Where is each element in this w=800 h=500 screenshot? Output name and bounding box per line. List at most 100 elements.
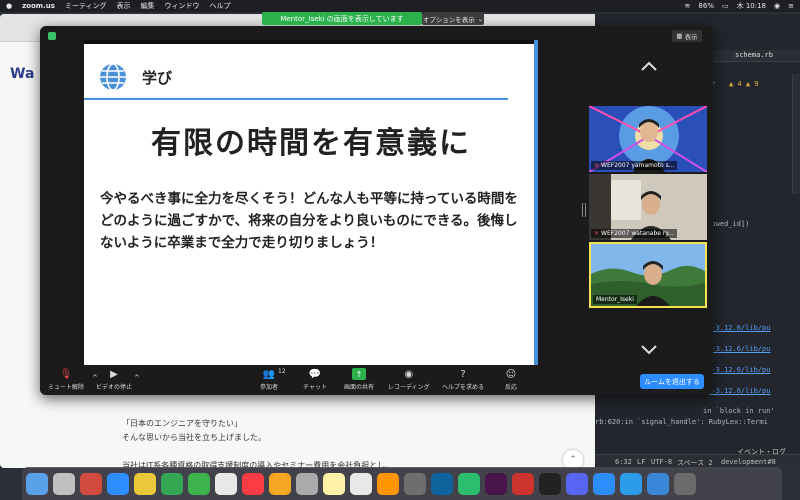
participants-label: 参加者: [260, 384, 279, 391]
mic-muted-icon: ✕: [594, 230, 600, 237]
participant-count: 12: [278, 368, 286, 375]
participant-name: WEF2007 yamamoto s...: [601, 162, 675, 169]
dock-app-icon[interactable]: [431, 472, 453, 495]
dock-app-icon[interactable]: [53, 472, 75, 495]
chat-bubble-icon: 💬: [308, 368, 322, 380]
chevron-down-icon[interactable]: [640, 344, 658, 356]
dock-app-icon[interactable]: [161, 472, 183, 495]
status-position[interactable]: 6:32: [615, 458, 632, 466]
dock-app-icon[interactable]: [539, 472, 561, 495]
chat-button[interactable]: 💬 チャット: [303, 368, 327, 392]
dock-app-icon[interactable]: [512, 472, 534, 495]
trace-path-2[interactable]: na-3.12.6/lib/pu: [703, 345, 770, 353]
reactions-label: 反応: [504, 384, 517, 391]
unmute-label: ミュート解除: [48, 384, 85, 391]
ask-help-button[interactable]: ? ヘルプを求める: [442, 368, 485, 392]
chevron-up-icon[interactable]: [640, 60, 658, 72]
apple-icon[interactable]: ●: [6, 2, 12, 10]
share-screen-label: 画面の共有: [344, 384, 375, 391]
scroll-top-button[interactable]: ⌃: [563, 450, 583, 468]
dock-app-icon[interactable]: [485, 472, 507, 495]
trace-path-1[interactable]: na-3.12.6/lib/pu: [703, 324, 770, 332]
status-encoding[interactable]: UTF-8: [651, 458, 672, 466]
participant-name: Mentor_Iseki: [596, 296, 634, 303]
editor-side-strip: [792, 74, 800, 194]
dock-app-icon[interactable]: [674, 472, 696, 495]
share-status-text: Mentor_Iseki の画面を表示しています: [280, 14, 404, 23]
slide-section-title: 学び: [142, 69, 173, 87]
dock-app-icon[interactable]: [107, 472, 129, 495]
status-indent[interactable]: スペース 2: [677, 458, 713, 467]
status-line-ending[interactable]: LF: [637, 458, 645, 466]
dock-app-icon[interactable]: [350, 472, 372, 495]
dock-app-icon[interactable]: [404, 472, 426, 495]
menu-view[interactable]: 表示: [117, 1, 131, 11]
video-tile-1[interactable]: ✕ WEF2007 yamamoto s...: [589, 106, 707, 172]
smiley-plus-icon: ☺: [505, 368, 517, 380]
slide-body: 今やるべき事に全力を尽くそう！どんな人も平等に持っている時間をどのように過ごすか…: [100, 191, 518, 251]
dock-app-icon[interactable]: [566, 472, 588, 495]
wifi-icon[interactable]: ≋: [685, 2, 691, 10]
editor-status-bar: 6:32 LF UTF-8 スペース 2 development#8: [595, 454, 800, 467]
trace-path-3[interactable]: na-3.12.6/lib/pu: [703, 366, 770, 374]
dock-app-icon[interactable]: [296, 472, 318, 495]
stop-video-label: ビデオの停止: [96, 384, 133, 391]
dock-app-icon[interactable]: [647, 472, 669, 495]
dock-app-icon[interactable]: [188, 472, 210, 495]
encryption-shield-icon[interactable]: [48, 32, 56, 40]
status-branch[interactable]: development#8: [721, 458, 776, 466]
dock-app-icon[interactable]: [458, 472, 480, 495]
dock-app-icon[interactable]: [242, 472, 264, 495]
mac-dock: [22, 467, 782, 500]
participant-name-label: Mentor_Iseki: [593, 295, 637, 304]
mac-menu-bar: ● zoom.us ミーティング 表示 編集 ウィンドウ ヘルプ ≋ 86% ▭…: [0, 0, 800, 12]
view-button[interactable]: ▦ 表示: [672, 30, 702, 42]
globe-icon: [100, 63, 126, 91]
battery-percent[interactable]: 86%: [698, 2, 714, 10]
trace-path-4[interactable]: na-3.12.6/lib/pu: [703, 387, 770, 395]
view-options-button[interactable]: オプションを表示 ⌄: [422, 12, 484, 25]
menu-app-name[interactable]: zoom.us: [22, 2, 55, 10]
video-options-caret[interactable]: ^: [134, 374, 140, 382]
menu-edit[interactable]: 編集: [141, 1, 155, 11]
site-logo[interactable]: Wa: [10, 66, 34, 82]
dock-app-icon[interactable]: [323, 472, 345, 495]
user-icon[interactable]: ◉: [774, 2, 780, 10]
ask-help-label: ヘルプを求める: [442, 384, 485, 391]
split-drag-handle[interactable]: [582, 203, 586, 217]
reactions-button[interactable]: ☺ 反応: [504, 368, 518, 392]
trace-signal: rb:620:in `signal_handle': RubyLex::Term…: [595, 418, 768, 426]
video-tile-2[interactable]: ✕ WEF2007 watanabe ry...: [589, 174, 707, 240]
page-line-2: そんな思いから当社を立ち上げました。: [122, 433, 266, 442]
warning-count[interactable]: ▲ 4 ▲ 9: [729, 80, 759, 88]
leave-room-button[interactable]: ルームを退出する: [640, 374, 704, 389]
unmute-button[interactable]: 🎙 ミュート解除: [48, 368, 85, 392]
meeting-toolbar: 🎙 ミュート解除 ^ ▶ ビデオの停止 ^ 👥 参加者 12 💬 チャット ↑ …: [40, 366, 713, 395]
dock-app-icon[interactable]: [593, 472, 615, 495]
mic-muted-icon: ✕: [594, 162, 600, 169]
dock-app-icon[interactable]: [269, 472, 291, 495]
participants-button[interactable]: 👥 参加者: [260, 368, 279, 392]
dock-app-icon[interactable]: [215, 472, 237, 495]
shared-slide: 学び 有限の時間を有意義に 今やるべき事に全力を尽くそう！どんな人も平等に持って…: [84, 40, 538, 365]
share-screen-icon: ↑: [352, 368, 366, 380]
battery-icon: ▭: [721, 2, 729, 10]
share-screen-button[interactable]: ↑ 画面の共有: [344, 368, 374, 391]
dock-app-icon[interactable]: [620, 472, 642, 495]
control-center-icon[interactable]: ≡: [788, 2, 794, 10]
menu-meeting[interactable]: ミーティング: [65, 1, 107, 11]
people-icon: 👥: [262, 368, 276, 380]
dock-app-icon[interactable]: [377, 472, 399, 495]
dock-app-icon[interactable]: [134, 472, 156, 495]
menu-window[interactable]: ウィンドウ: [165, 1, 200, 11]
editor-tab-schema[interactable]: schema.rb: [735, 51, 773, 59]
dock-app-icon[interactable]: [26, 472, 48, 495]
record-button[interactable]: ◉ レコーディング: [388, 368, 430, 392]
dock-app-icon[interactable]: [80, 472, 102, 495]
record-label: レコーディング: [388, 384, 430, 391]
stop-video-button[interactable]: ▶ ビデオの停止: [96, 368, 133, 392]
clock[interactable]: 木 10:18: [737, 1, 766, 11]
view-options-label: オプションを表示: [422, 15, 475, 24]
menu-help[interactable]: ヘルプ: [210, 1, 231, 11]
video-tile-active-speaker[interactable]: Mentor_Iseki: [589, 242, 707, 308]
